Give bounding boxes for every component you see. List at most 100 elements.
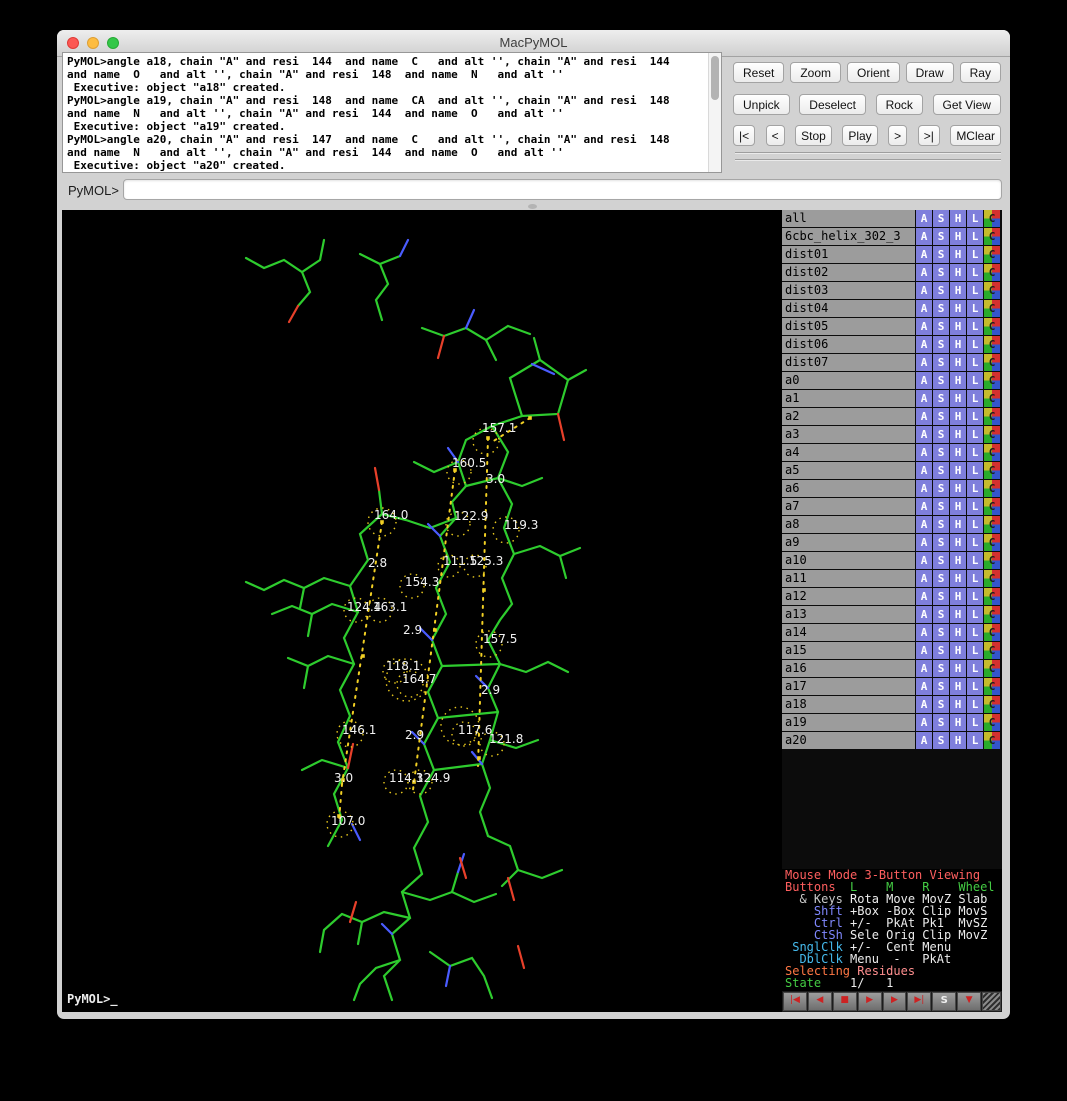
object-dist05-button-l[interactable]: L bbox=[967, 318, 983, 335]
object-a1-button-h[interactable]: H bbox=[950, 390, 966, 407]
resize-grip[interactable] bbox=[982, 992, 1001, 1011]
object-name-a6[interactable]: a6 bbox=[782, 480, 915, 497]
object-dist04-button-h[interactable]: H bbox=[950, 300, 966, 317]
button-orient[interactable]: Orient bbox=[847, 62, 900, 83]
fullscreen-icon[interactable] bbox=[107, 37, 119, 49]
object-a19-button-h[interactable]: H bbox=[950, 714, 966, 731]
object-a13-button-c[interactable]: C bbox=[984, 606, 1000, 623]
button-get-view[interactable]: Get View bbox=[933, 94, 1001, 115]
button-draw[interactable]: Draw bbox=[906, 62, 954, 83]
vcr-s-button[interactable]: S bbox=[932, 992, 956, 1011]
object-dist04-button-a[interactable]: A bbox=[916, 300, 932, 317]
object-a13-button-s[interactable]: S bbox=[933, 606, 949, 623]
button-stop[interactable]: Stop bbox=[795, 125, 832, 146]
object-a19-button-l[interactable]: L bbox=[967, 714, 983, 731]
object-dist01-button-h[interactable]: H bbox=[950, 246, 966, 263]
object-dist01-button-s[interactable]: S bbox=[933, 246, 949, 263]
object-a1-button-a[interactable]: A bbox=[916, 390, 932, 407]
minimize-icon[interactable] bbox=[87, 37, 99, 49]
object-a4-button-l[interactable]: L bbox=[967, 444, 983, 461]
object-name-all[interactable]: all bbox=[782, 210, 915, 227]
object-a7-button-c[interactable]: C bbox=[984, 498, 1000, 515]
object-dist05-button-c[interactable]: C bbox=[984, 318, 1000, 335]
object-name-dist04[interactable]: dist04 bbox=[782, 300, 915, 317]
object-a0-button-s[interactable]: S bbox=[933, 372, 949, 389]
object-a20-button-a[interactable]: A bbox=[916, 732, 932, 749]
object-dist04-button-c[interactable]: C bbox=[984, 300, 1000, 317]
vcr-rewind-button[interactable]: |◀ bbox=[783, 992, 807, 1011]
pymol-command-input[interactable] bbox=[123, 179, 1002, 200]
object-name-6cbc_helix_302_3[interactable]: 6cbc_helix_302_3 bbox=[782, 228, 915, 245]
object-a15-button-h[interactable]: H bbox=[950, 642, 966, 659]
vcr-step-back-button[interactable]: ◀ bbox=[808, 992, 832, 1011]
object-dist06-button-a[interactable]: A bbox=[916, 336, 932, 353]
object-a12-button-c[interactable]: C bbox=[984, 588, 1000, 605]
object-a15-button-s[interactable]: S bbox=[933, 642, 949, 659]
object-a18-button-a[interactable]: A bbox=[916, 696, 932, 713]
object-a3-button-l[interactable]: L bbox=[967, 426, 983, 443]
object-all-button-c[interactable]: C bbox=[984, 210, 1000, 227]
object-a14-button-s[interactable]: S bbox=[933, 624, 949, 641]
object-6cbc_helix_302_3-button-h[interactable]: H bbox=[950, 228, 966, 245]
object-a12-button-a[interactable]: A bbox=[916, 588, 932, 605]
object-name-a20[interactable]: a20 bbox=[782, 732, 915, 749]
object-a19-button-a[interactable]: A bbox=[916, 714, 932, 731]
object-a12-button-s[interactable]: S bbox=[933, 588, 949, 605]
object-name-a10[interactable]: a10 bbox=[782, 552, 915, 569]
object-a14-button-a[interactable]: A bbox=[916, 624, 932, 641]
object-dist04-button-s[interactable]: S bbox=[933, 300, 949, 317]
object-dist06-button-s[interactable]: S bbox=[933, 336, 949, 353]
object-name-a9[interactable]: a9 bbox=[782, 534, 915, 551]
object-a15-button-a[interactable]: A bbox=[916, 642, 932, 659]
close-icon[interactable] bbox=[67, 37, 79, 49]
object-a5-button-c[interactable]: C bbox=[984, 462, 1000, 479]
object-dist02-button-c[interactable]: C bbox=[984, 264, 1000, 281]
object-name-a17[interactable]: a17 bbox=[782, 678, 915, 695]
object-dist03-button-s[interactable]: S bbox=[933, 282, 949, 299]
object-name-a15[interactable]: a15 bbox=[782, 642, 915, 659]
object-dist07-button-c[interactable]: C bbox=[984, 354, 1000, 371]
object-a13-button-a[interactable]: A bbox=[916, 606, 932, 623]
button-[interactable]: |< bbox=[733, 125, 755, 146]
object-name-a1[interactable]: a1 bbox=[782, 390, 915, 407]
object-a17-button-h[interactable]: H bbox=[950, 678, 966, 695]
object-a4-button-c[interactable]: C bbox=[984, 444, 1000, 461]
object-a11-button-h[interactable]: H bbox=[950, 570, 966, 587]
vcr-fast-forward-button[interactable]: ▶| bbox=[907, 992, 931, 1011]
object-a18-button-c[interactable]: C bbox=[984, 696, 1000, 713]
object-a11-button-l[interactable]: L bbox=[967, 570, 983, 587]
object-dist06-button-l[interactable]: L bbox=[967, 336, 983, 353]
object-a14-button-c[interactable]: C bbox=[984, 624, 1000, 641]
object-a0-button-c[interactable]: C bbox=[984, 372, 1000, 389]
object-a19-button-s[interactable]: S bbox=[933, 714, 949, 731]
object-name-dist03[interactable]: dist03 bbox=[782, 282, 915, 299]
object-a15-button-l[interactable]: L bbox=[967, 642, 983, 659]
object-a20-button-h[interactable]: H bbox=[950, 732, 966, 749]
object-a1-button-s[interactable]: S bbox=[933, 390, 949, 407]
button-deselect[interactable]: Deselect bbox=[799, 94, 866, 115]
object-a20-button-s[interactable]: S bbox=[933, 732, 949, 749]
object-a5-button-s[interactable]: S bbox=[933, 462, 949, 479]
object-a2-button-a[interactable]: A bbox=[916, 408, 932, 425]
object-a10-button-l[interactable]: L bbox=[967, 552, 983, 569]
object-dist04-button-l[interactable]: L bbox=[967, 300, 983, 317]
object-a17-button-a[interactable]: A bbox=[916, 678, 932, 695]
object-name-a14[interactable]: a14 bbox=[782, 624, 915, 641]
object-a9-button-h[interactable]: H bbox=[950, 534, 966, 551]
pane-splitter-handle[interactable] bbox=[528, 204, 537, 209]
object-dist05-button-s[interactable]: S bbox=[933, 318, 949, 335]
object-a14-button-l[interactable]: L bbox=[967, 624, 983, 641]
object-name-a3[interactable]: a3 bbox=[782, 426, 915, 443]
log-scrollbar[interactable] bbox=[708, 53, 721, 172]
object-all-button-l[interactable]: L bbox=[967, 210, 983, 227]
object-a7-button-s[interactable]: S bbox=[933, 498, 949, 515]
button-rock[interactable]: Rock bbox=[876, 94, 923, 115]
object-dist01-button-c[interactable]: C bbox=[984, 246, 1000, 263]
object-6cbc_helix_302_3-button-c[interactable]: C bbox=[984, 228, 1000, 245]
object-name-a5[interactable]: a5 bbox=[782, 462, 915, 479]
object-a11-button-c[interactable]: C bbox=[984, 570, 1000, 587]
object-a7-button-l[interactable]: L bbox=[967, 498, 983, 515]
object-name-dist02[interactable]: dist02 bbox=[782, 264, 915, 281]
object-dist07-button-a[interactable]: A bbox=[916, 354, 932, 371]
object-all-button-h[interactable]: H bbox=[950, 210, 966, 227]
